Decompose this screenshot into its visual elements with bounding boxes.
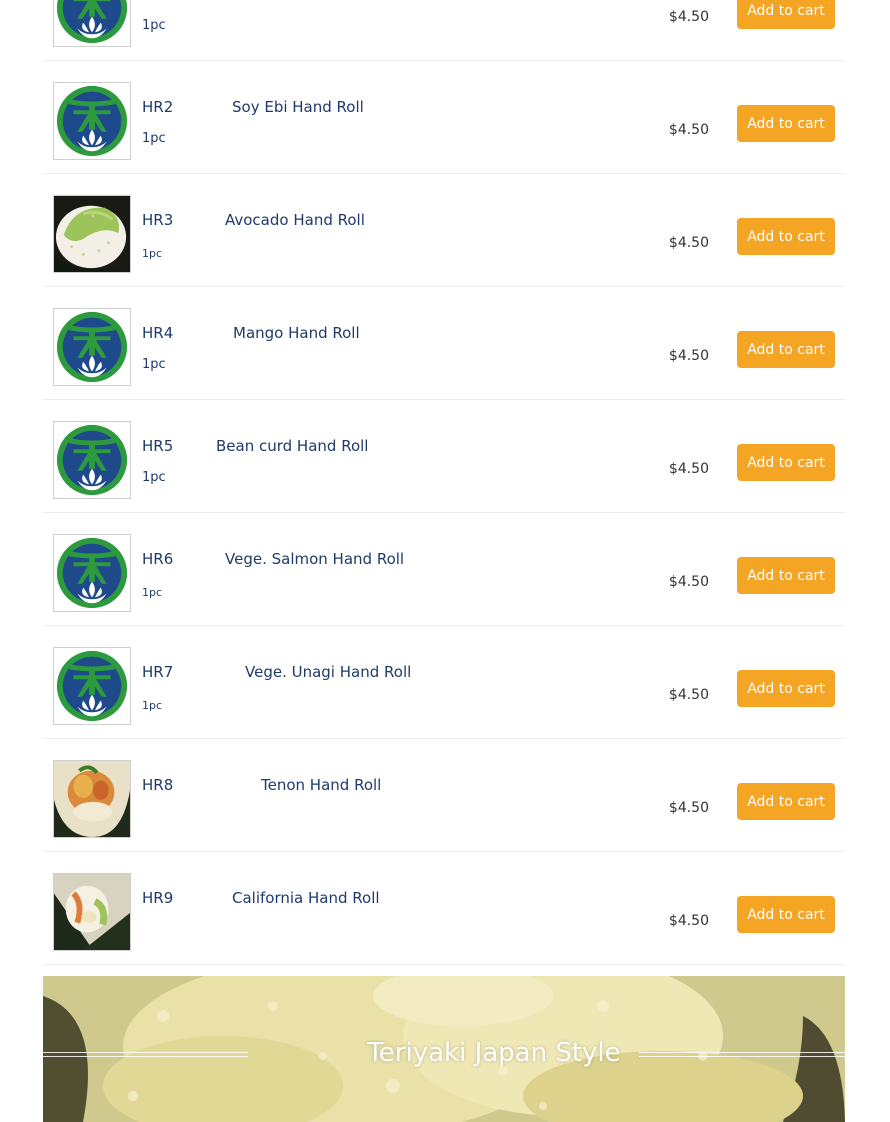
item-code: HR9 bbox=[142, 889, 174, 907]
menu-item-list: 1pc $4.50 Add to cart HR2 Soy Ebi Hand Roll 1… bbox=[43, 0, 845, 965]
tempura-roll-image[interactable] bbox=[53, 760, 131, 838]
add-to-cart-button[interactable]: Add to cart bbox=[737, 218, 835, 255]
item-name[interactable]: Mango Hand Roll bbox=[233, 324, 360, 342]
item-name[interactable]: Avocado Hand Roll bbox=[225, 211, 365, 229]
item-price: $4.50 bbox=[668, 461, 709, 477]
item-quantity: 1pc bbox=[142, 586, 163, 599]
add-to-cart-button[interactable]: Add to cart bbox=[737, 670, 835, 707]
menu-item-row: HR2 Soy Ebi Hand Roll 1pc $4.50 Add to cart bbox=[43, 61, 845, 174]
item-price: $4.50 bbox=[668, 800, 709, 816]
item-code: HR8 bbox=[142, 776, 174, 794]
item-name[interactable]: California Hand Roll bbox=[232, 889, 380, 907]
item-code: HR6 bbox=[142, 550, 174, 568]
add-to-cart-button[interactable]: Add to cart bbox=[737, 444, 835, 481]
item-price: $4.50 bbox=[668, 348, 709, 364]
restaurant-logo-image[interactable] bbox=[53, 82, 131, 160]
item-name[interactable]: Vege. Unagi Hand Roll bbox=[245, 663, 411, 681]
item-price: $4.50 bbox=[668, 574, 709, 590]
item-name[interactable]: Vege. Salmon Hand Roll bbox=[225, 550, 404, 568]
restaurant-logo-image[interactable] bbox=[53, 0, 131, 47]
item-price: $4.50 bbox=[668, 9, 709, 25]
restaurant-logo-image[interactable] bbox=[53, 421, 131, 499]
item-code: HR5 bbox=[142, 437, 174, 455]
item-quantity: 1pc bbox=[142, 131, 166, 146]
item-code: HR4 bbox=[142, 324, 174, 342]
restaurant-logo-image[interactable] bbox=[53, 534, 131, 612]
menu-item-row: HR5 Bean curd Hand Roll 1pc $4.50 Add to car… bbox=[43, 400, 845, 513]
item-quantity: 1pc bbox=[142, 357, 166, 372]
menu-item-row: HR7 Vege. Unagi Hand Roll 1pc $4.50 Add to c… bbox=[43, 626, 845, 739]
menu-item-row: HR8 Tenon Hand Roll $4.50 Add to cart bbox=[43, 739, 845, 852]
banner-title: Teriyaki Japan Style bbox=[367, 1038, 621, 1068]
item-quantity: 1pc bbox=[142, 470, 166, 485]
item-price: $4.50 bbox=[668, 687, 709, 703]
restaurant-logo-image[interactable] bbox=[53, 308, 131, 386]
item-code: HR7 bbox=[142, 663, 174, 681]
avocado-roll-image[interactable] bbox=[53, 195, 131, 273]
item-code: HR3 bbox=[142, 211, 174, 229]
category-banner: Teriyaki Japan Style bbox=[43, 976, 845, 1122]
add-to-cart-button[interactable]: Add to cart bbox=[737, 557, 835, 594]
item-price: $4.50 bbox=[668, 235, 709, 251]
item-name[interactable]: Bean curd Hand Roll bbox=[216, 437, 368, 455]
menu-item-row: HR3 Avocado Hand Roll 1pc $4.50 Add to cart bbox=[43, 174, 845, 287]
item-price: $4.50 bbox=[668, 122, 709, 138]
item-name[interactable]: Tenon Hand Roll bbox=[261, 776, 381, 794]
restaurant-logo-image[interactable] bbox=[53, 647, 131, 725]
item-name[interactable]: Soy Ebi Hand Roll bbox=[232, 98, 364, 116]
item-code: HR2 bbox=[142, 98, 174, 116]
add-to-cart-button[interactable]: Add to cart bbox=[737, 0, 835, 29]
item-quantity: 1pc bbox=[142, 699, 163, 712]
menu-item-row: HR9 California Hand Roll $4.50 Add to cart bbox=[43, 852, 845, 965]
california-roll-image[interactable] bbox=[53, 873, 131, 951]
add-to-cart-button[interactable]: Add to cart bbox=[737, 331, 835, 368]
item-price: $4.50 bbox=[668, 913, 709, 929]
add-to-cart-button[interactable]: Add to cart bbox=[737, 896, 835, 933]
menu-item-row: HR6 Vege. Salmon Hand Roll 1pc $4.50 Add to … bbox=[43, 513, 845, 626]
add-to-cart-button[interactable]: Add to cart bbox=[737, 105, 835, 142]
menu-item-row: 1pc $4.50 Add to cart bbox=[43, 0, 845, 61]
menu-item-row: HR4 Mango Hand Roll 1pc $4.50 Add to cart bbox=[43, 287, 845, 400]
item-quantity: 1pc bbox=[142, 247, 163, 260]
item-quantity: 1pc bbox=[142, 18, 166, 33]
add-to-cart-button[interactable]: Add to cart bbox=[737, 783, 835, 820]
